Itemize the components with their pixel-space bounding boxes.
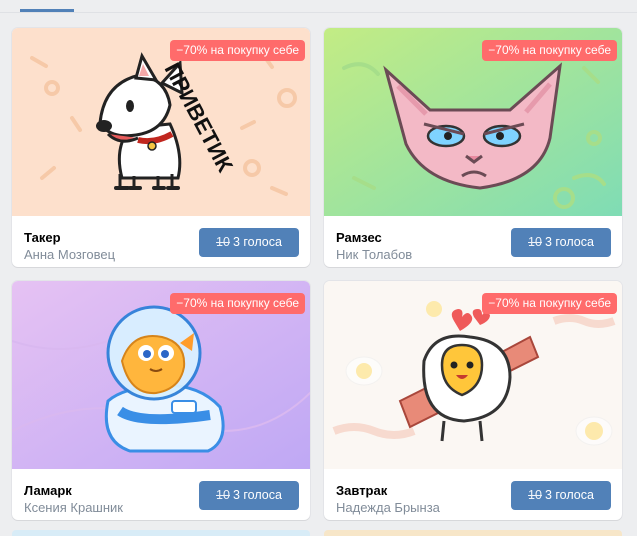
- new-price: 3 голоса: [544, 235, 594, 249]
- sticker-name: Рамзес: [336, 230, 382, 245]
- buy-button[interactable]: 10 3 голоса: [199, 228, 299, 257]
- discount-badge: −70% на покупку себе: [170, 293, 305, 314]
- header-divider: [0, 12, 637, 13]
- buy-button[interactable]: 10 3 голоса: [511, 228, 611, 257]
- sticker-author: Анна Мозговец: [24, 247, 116, 262]
- sticker-card-ramses[interactable]: −70% на покупку себе Рамзес Ник Толабов …: [324, 28, 622, 267]
- sticker-preview-egg-bacon: −70% на покупку себе: [324, 281, 622, 469]
- discount-badge: −70% на покупку себе: [482, 293, 617, 314]
- sticker-card-lamarck[interactable]: −70% на покупку себе Ламарк Ксения Крашн…: [12, 281, 310, 520]
- sticker-author: Ник Толабов: [336, 247, 413, 262]
- old-price: 10: [216, 488, 230, 502]
- sticker-preview-goldfish-astronaut: −70% на покупку себе: [12, 281, 310, 469]
- old-price: 10: [216, 235, 230, 249]
- next-card-left-edge: [12, 530, 310, 536]
- new-price: 3 голоса: [232, 235, 282, 249]
- old-price: 10: [528, 488, 542, 502]
- sticker-author: Ксения Крашник: [24, 500, 123, 515]
- discount-badge: −70% на покупку себе: [482, 40, 617, 61]
- sticker-name: Ламарк: [24, 483, 72, 498]
- new-price: 3 голоса: [232, 488, 282, 502]
- sticker-preview-dog: ПРИВЕТИК −70% на покупку себе: [12, 28, 310, 216]
- buy-button[interactable]: 10 3 голоса: [511, 481, 611, 510]
- discount-badge: −70% на покупку себе: [170, 40, 305, 61]
- sticker-name: Такер: [24, 230, 61, 245]
- sticker-preview-sphynx-cat: −70% на покупку себе: [324, 28, 622, 216]
- old-price: 10: [528, 235, 542, 249]
- sticker-name: Завтрак: [336, 483, 388, 498]
- sticker-card-breakfast[interactable]: −70% на покупку себе Завтрак Надежда Бры…: [324, 281, 622, 520]
- new-price: 3 голоса: [544, 488, 594, 502]
- next-card-right-edge: [324, 530, 622, 536]
- sticker-author: Надежда Брынза: [336, 500, 440, 515]
- buy-button[interactable]: 10 3 голоса: [199, 481, 299, 510]
- sticker-card-tucker[interactable]: ПРИВЕТИК −70% на покупку себе Такер Анна…: [12, 28, 310, 267]
